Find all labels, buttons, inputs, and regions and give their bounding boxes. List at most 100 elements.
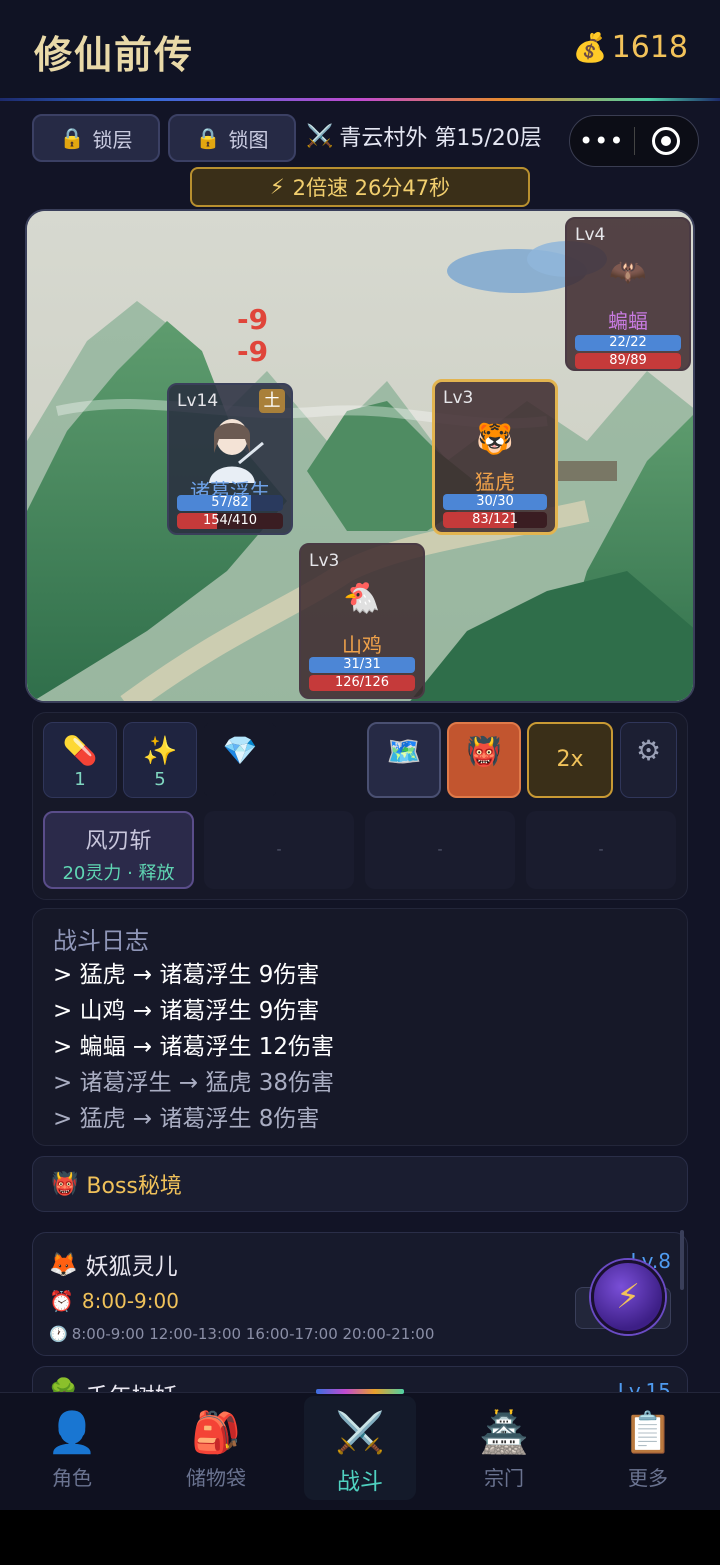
app-screen: 修仙前传 💰 1618 🔒 锁层 🔒 锁图 ⚔️ 青云村外 第15/20层 ••… (0, 0, 720, 1510)
fox-icon: 🦊 (49, 1251, 78, 1278)
nav-tab-battle[interactable]: ⚔️ 战斗 (304, 1396, 416, 1500)
gold-amount: 1618 (611, 30, 688, 65)
log-line: > 猛虎 → 诸葛浮生 9伤害 (53, 962, 320, 988)
crossed-swords-icon: ⚔️ (335, 1410, 385, 1456)
nav-tab-inventory[interactable]: 🎒 储物袋 (160, 1396, 272, 1500)
sparkles-icon: ✨ (142, 734, 178, 767)
enemy-name: 蝙蝠 (608, 309, 648, 333)
clock-icon: 🕐 (49, 1325, 68, 1343)
nav-label: 宗门 (484, 1466, 524, 1490)
pill-count: 1 (74, 769, 86, 790)
boss-current-time: 8:00-9:00 (81, 1289, 179, 1313)
crossed-swords-icon: ⚔️ (306, 123, 334, 149)
skill-button-wind-blade[interactable]: 风刃斩 20灵力 · 释放 (43, 811, 194, 889)
map-button[interactable]: 🗺️ (367, 722, 441, 798)
enemy-hp-value: 89/89 (609, 353, 647, 368)
alarm-clock-icon: ⏰ (49, 1289, 74, 1313)
empty-skill-slot[interactable]: - (365, 811, 515, 889)
boss-button[interactable]: 👹 (447, 722, 521, 798)
enemy-mp-bar: 31/31 (309, 657, 415, 673)
enemy-hp-value: 126/126 (334, 675, 389, 690)
active-tab-indicator (316, 1389, 404, 1394)
pagoda-icon: 🏯 (479, 1410, 529, 1456)
backpack-icon: 🎒 (191, 1410, 241, 1456)
enemy-level: Lv3 (443, 388, 474, 408)
log-line: > 蝙蝠 → 诸葛浮生 12伤害 (53, 1034, 335, 1060)
gem-item-button[interactable]: 💎 (203, 722, 277, 798)
speed-status-text: 2倍速 26分47秒 (292, 176, 451, 200)
enemy-hp-bar: 126/126 (309, 675, 415, 691)
close-miniprogram-button[interactable] (635, 127, 699, 155)
speed-status-bar: ⚡ 2倍速 26分47秒 (190, 167, 530, 207)
sparkle-item-button[interactable]: ✨ 5 (123, 722, 197, 798)
hero-hp-value: 154/410 (202, 513, 257, 528)
game-title: 修仙前传 (34, 32, 195, 77)
element-badge: 土 (259, 389, 285, 413)
nav-label: 更多 (628, 1466, 668, 1490)
hero-mp-value: 57/82 (211, 495, 249, 510)
ogre-icon: 👹 (51, 1171, 79, 1197)
enemy-card-tiger[interactable]: Lv3 🐯 猛虎 30/30 83/121 (432, 379, 558, 535)
gem-icon: 💎 (222, 734, 258, 767)
skill-cost: 20灵力 · 释放 (62, 863, 175, 884)
bat-icon: 🦇 (609, 255, 647, 290)
more-options-button[interactable]: ••• (570, 127, 634, 155)
nav-label: 储物袋 (186, 1466, 246, 1490)
empty-skill-slot[interactable]: - (526, 811, 676, 889)
money-bag-icon: 💰 (572, 31, 608, 64)
stage-location: ⚔️ 青云村外 第15/20层 (306, 120, 542, 152)
speed-toggle-button[interactable]: 2x (527, 722, 613, 798)
battle-log: 战斗日志 > 猛虎 → 诸葛浮生 9伤害 > 山鸡 → 诸葛浮生 9伤害 > 蝙… (32, 908, 688, 1146)
empty-skill-slot[interactable]: - (204, 811, 354, 889)
miniprogram-capsule: ••• (569, 115, 699, 167)
boss-schedule: 8:00-9:00 12:00-13:00 16:00-17:00 20:00-… (71, 1325, 435, 1343)
settings-button[interactable]: ⚙ (620, 722, 677, 798)
header-divider (0, 98, 720, 101)
enemy-mp-value: 22/22 (609, 335, 647, 350)
sparkle-count: 5 (154, 769, 166, 790)
enemy-mp-bar: 22/22 (575, 335, 681, 351)
hero-level: Lv14 (177, 391, 219, 411)
enemy-level: Lv4 (575, 225, 606, 245)
stage-location-text: 青云村外 第15/20层 (339, 126, 542, 151)
lightning-icon: ⚡ (616, 1277, 640, 1317)
lock-layer-button[interactable]: 🔒 锁层 (32, 114, 160, 162)
nav-tab-character[interactable]: 👤 角色 (16, 1396, 128, 1500)
target-icon (652, 127, 681, 155)
boss-name: 妖狐灵儿 (85, 1254, 178, 1280)
enemy-hp-bar: 83/121 (443, 512, 547, 528)
gold-display: 💰 1618 (573, 30, 688, 65)
enemy-mp-value: 30/30 (476, 494, 514, 509)
log-line: > 山鸡 → 诸葛浮生 9伤害 (53, 998, 320, 1024)
lock-map-label: 锁图 (228, 127, 269, 152)
nav-label: 战斗 (337, 1469, 383, 1495)
nav-tab-sect[interactable]: 🏯 宗门 (448, 1396, 560, 1500)
lightning-icon: ⚡ (269, 175, 285, 199)
lock-map-button[interactable]: 🔒 锁图 (168, 114, 296, 162)
enemy-hp-bar: 89/89 (575, 353, 681, 369)
skill-name: 风刃斩 (85, 829, 152, 854)
enemy-mp-bar: 30/30 (443, 494, 547, 510)
log-line: > 诸葛浮生 → 猛虎 38伤害 (53, 1070, 335, 1096)
hero-card[interactable]: Lv14 土 诸葛浮生 57/82 154/410 (167, 383, 293, 535)
log-line: > 猛虎 → 诸葛浮生 8伤害 (53, 1106, 320, 1132)
quick-action-button[interactable]: ⚡ (591, 1260, 665, 1334)
person-icon: 👤 (47, 1410, 97, 1456)
pill-icon: 💊 (62, 734, 98, 767)
battle-log-title: 战斗日志 (53, 927, 149, 955)
boss-card[interactable]: 🦊 妖狐灵儿 Lv.8 ⏰ 8:00-9:00 🕐 8:00-9:00 12:00-1… (32, 1232, 688, 1356)
enemy-name: 山鸡 (342, 633, 382, 657)
hero-mp-bar: 57/82 (177, 495, 283, 511)
boss-list-scrollbar[interactable] (680, 1230, 684, 1290)
nav-tab-more[interactable]: 📋 更多 (592, 1396, 704, 1500)
enemy-hp-value: 83/121 (472, 512, 518, 527)
enemy-name: 猛虎 (475, 470, 515, 494)
lock-layer-label: 锁层 (92, 127, 133, 152)
pill-item-button[interactable]: 💊 1 (43, 722, 117, 798)
boss-section-header[interactable]: 👹 Boss秘境 (32, 1156, 688, 1212)
battlefield: -9 -9 Lv14 土 诸葛浮生 57/82 154/410 Lv4 🦇 蝙蝠… (25, 209, 695, 703)
enemy-card-chicken[interactable]: Lv3 🐔 山鸡 31/31 126/126 (299, 543, 425, 699)
tiger-icon: 🐯 (476, 422, 514, 457)
clipboard-icon: 📋 (623, 1410, 673, 1456)
enemy-card-bat[interactable]: Lv4 🦇 蝙蝠 22/22 89/89 (565, 217, 691, 371)
